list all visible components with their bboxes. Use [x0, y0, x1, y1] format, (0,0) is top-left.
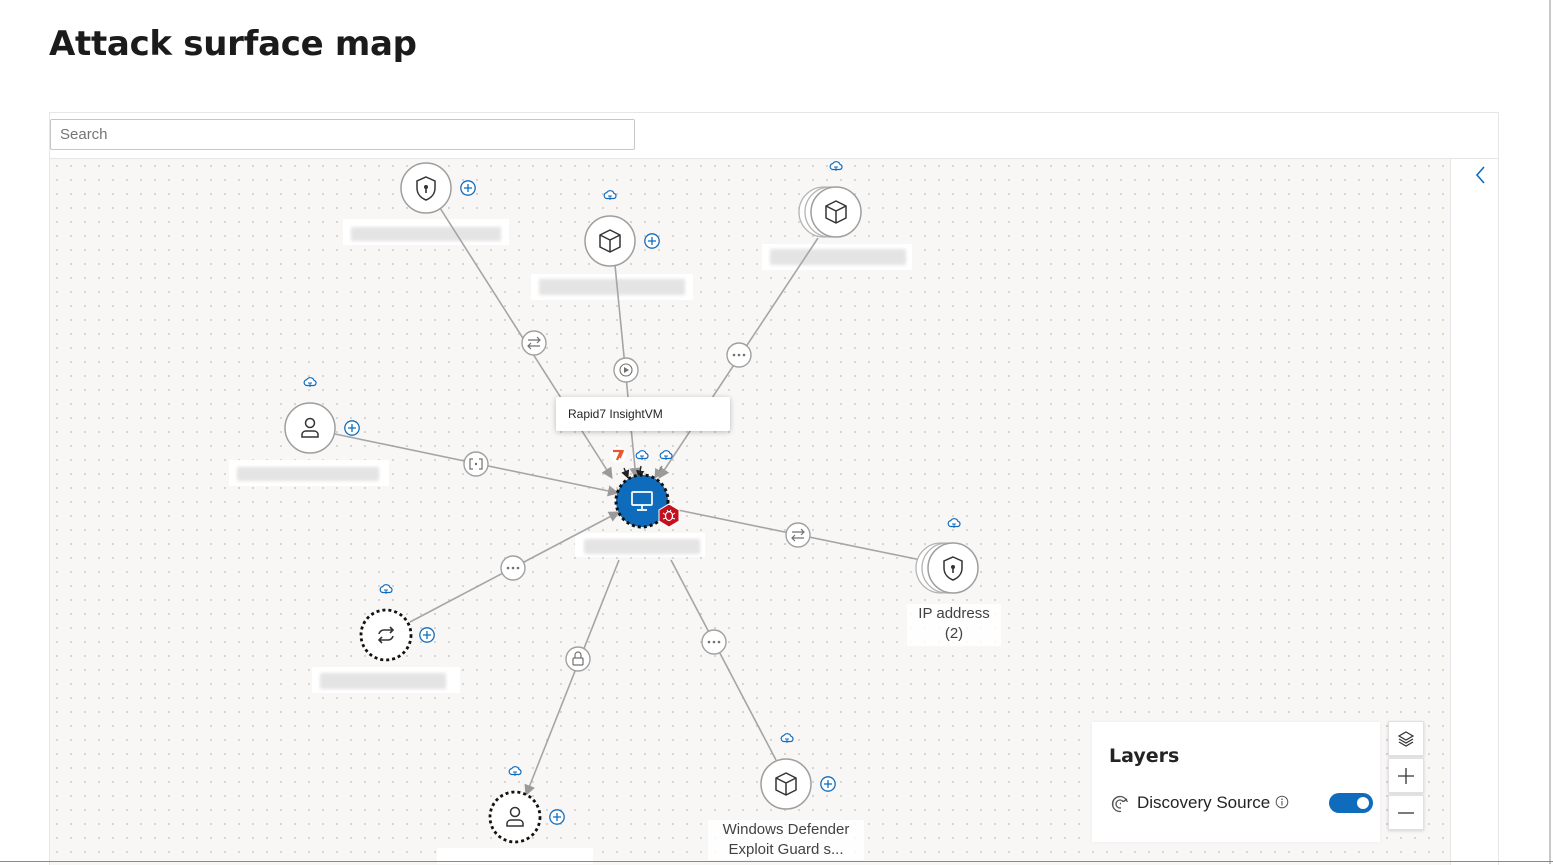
node-user-left [284, 402, 336, 454]
lock-icon [565, 646, 591, 672]
more-icon [726, 342, 752, 368]
node-windows-defender [760, 758, 812, 810]
node-ip-address [915, 542, 979, 594]
node-cube-stack [798, 186, 862, 238]
more-icon [500, 555, 526, 581]
layers-button[interactable] [1388, 721, 1424, 756]
layers-panel [1092, 722, 1380, 842]
add-icon [549, 809, 565, 825]
cloud-icon [303, 377, 317, 388]
discovery-icon [1111, 795, 1130, 814]
add-icon [344, 420, 360, 436]
window-scrollbar[interactable] [1549, 0, 1551, 864]
layer-discovery-source-label: Discovery Source [1137, 793, 1271, 812]
bottom-edge [0, 861, 1553, 862]
toggle-knob [1357, 797, 1369, 809]
add-icon [820, 776, 836, 792]
ip-address-label-line1: IP address [918, 605, 990, 622]
zoom-in-icon [1398, 767, 1414, 784]
ip-address-label: IP address (2) [907, 604, 1001, 646]
add-icon [644, 233, 660, 249]
zoom-out-icon [1398, 811, 1414, 814]
discovery-source-toggle[interactable] [1329, 793, 1373, 813]
node-shield-top [400, 162, 452, 214]
cloud-icon [635, 450, 649, 461]
code-icon [463, 451, 489, 477]
ip-address-label-line2: (2) [944, 625, 964, 642]
add-icon [419, 627, 435, 643]
windows-defender-label-line2: Exploit Guard s... [728, 841, 844, 858]
windows-defender-label-line1: Windows Defender [722, 821, 850, 838]
cloud-icon [780, 733, 794, 744]
node-cube-top [584, 215, 636, 267]
cloud-icon [508, 766, 522, 777]
source-tooltip: Rapid7 InsightVM [556, 397, 730, 431]
play-icon [613, 357, 639, 383]
layers-title: Layers [1109, 745, 1180, 767]
layers-icon [1397, 730, 1415, 747]
windows-defender-label: Windows Defender Exploit Guard s... [708, 820, 864, 860]
cloud-icon [829, 161, 843, 172]
zoom-out-button[interactable] [1388, 795, 1424, 830]
node-sync-dashed [359, 608, 413, 662]
info-icon[interactable] [1275, 795, 1289, 809]
cloud-icon [603, 190, 617, 201]
cloud-icon [379, 584, 393, 595]
cloud-icon [659, 450, 673, 461]
transfer-icon [521, 330, 547, 356]
node-user-bottom [488, 790, 542, 844]
rapid7-source-icon [610, 447, 626, 463]
more-icon [701, 629, 727, 655]
cloud-icon [947, 518, 961, 529]
zoom-in-button[interactable] [1388, 758, 1424, 793]
add-icon [460, 180, 476, 196]
transfer-icon [785, 522, 811, 548]
